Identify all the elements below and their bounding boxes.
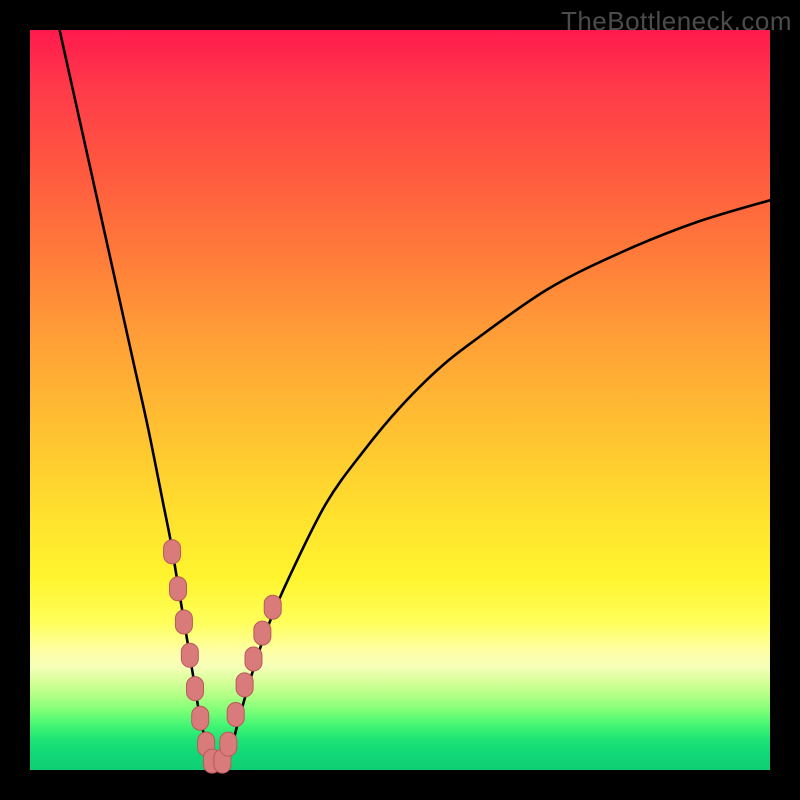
marker-point <box>254 621 271 645</box>
marker-point <box>175 610 192 634</box>
bottleneck-curve <box>60 30 770 771</box>
marker-point <box>192 706 209 730</box>
marker-point <box>220 732 237 756</box>
watermark-text: TheBottleneck.com <box>561 6 792 37</box>
marker-point <box>264 595 281 619</box>
chart-svg <box>30 30 770 770</box>
marker-point <box>187 677 204 701</box>
marker-point <box>245 647 262 671</box>
chart-plot-area <box>30 30 770 770</box>
marker-point <box>236 673 253 697</box>
marker-point <box>170 577 187 601</box>
marker-point <box>227 703 244 727</box>
highlight-points <box>164 540 282 773</box>
chart-frame: TheBottleneck.com <box>0 0 800 800</box>
marker-point <box>164 540 181 564</box>
marker-point <box>181 643 198 667</box>
